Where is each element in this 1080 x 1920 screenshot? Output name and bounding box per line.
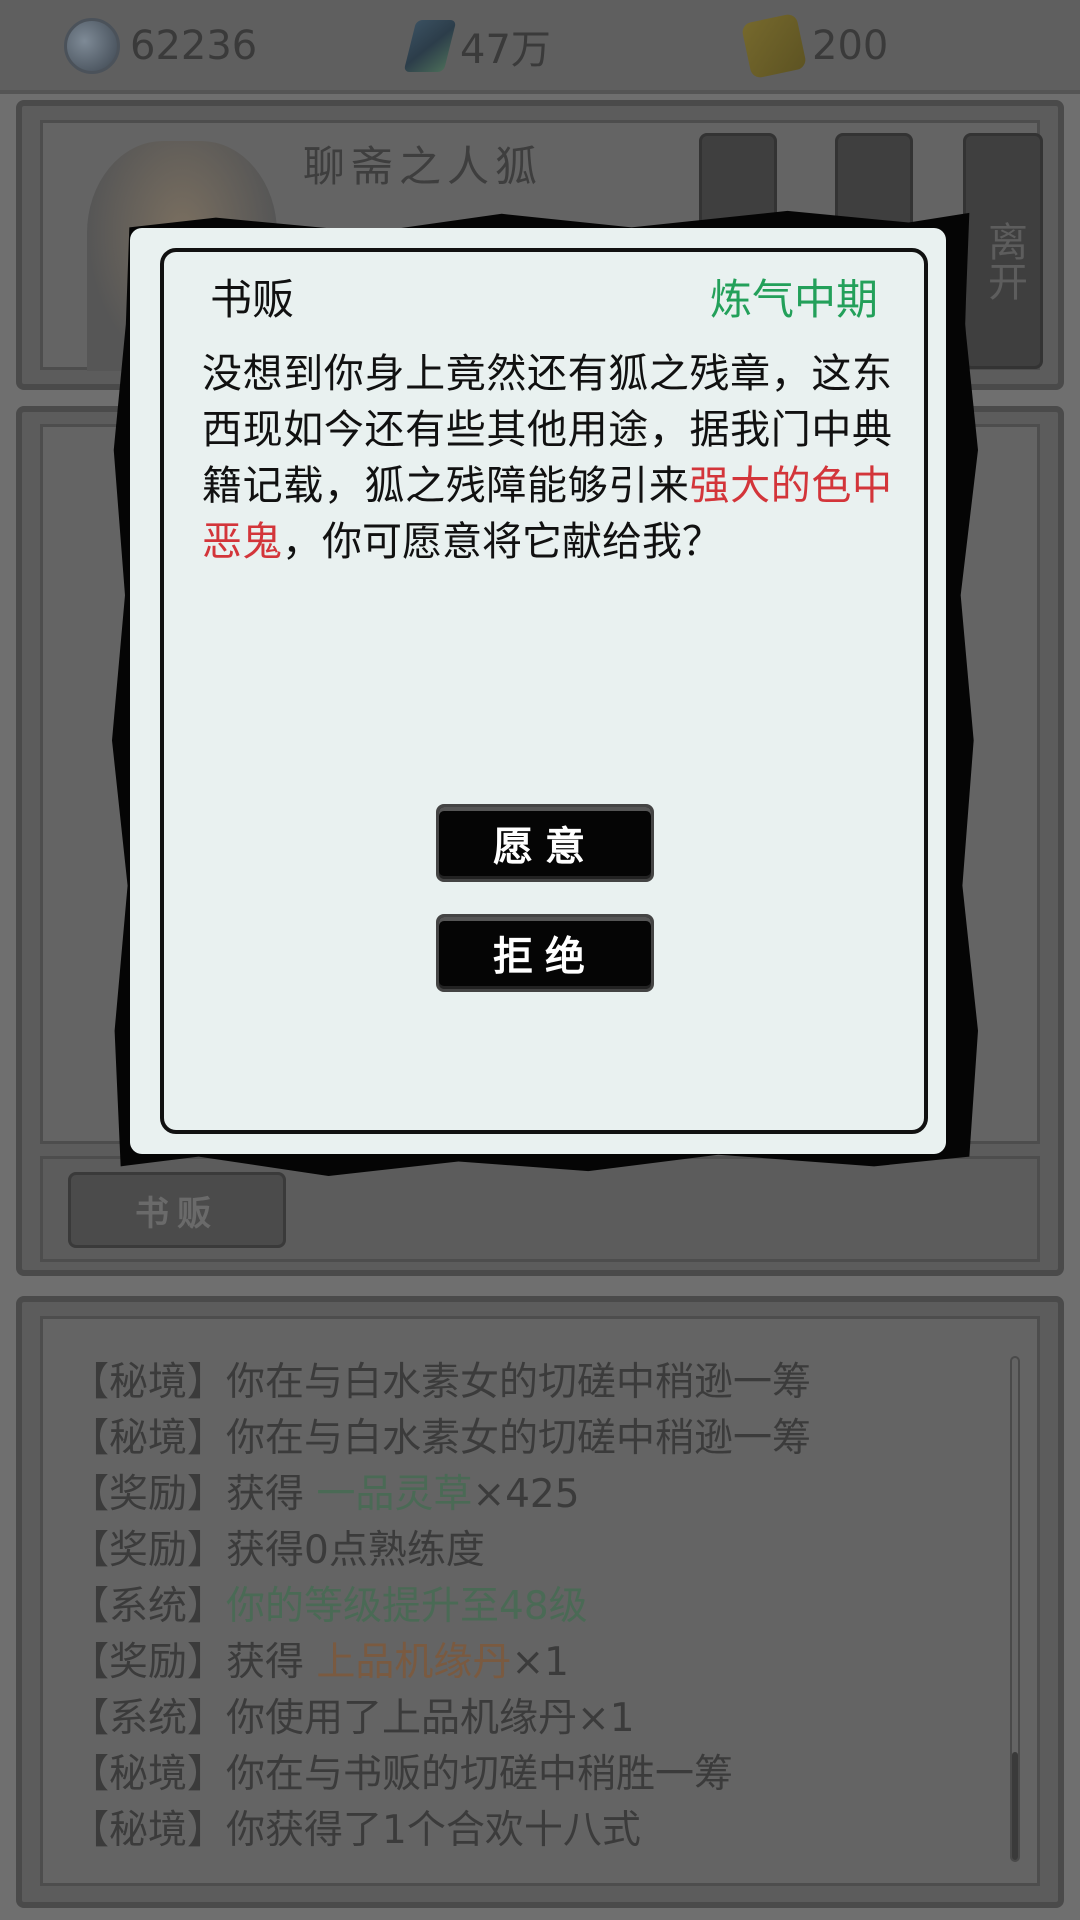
scroll-icon (740, 12, 808, 80)
resource-taiji: 62236 (64, 18, 257, 74)
resource-scroll: 200 (740, 12, 889, 80)
dialog-npc-realm: 炼气中期 (709, 275, 878, 324)
story-title: 聊斋之人狐 (303, 129, 543, 205)
resource-value: 200 (812, 23, 889, 69)
message-log: 【秘境】你在与白水素女的切磋中稍逊一筹 【秘境】你在与白水素女的切磋中稍逊一筹 … (70, 1355, 811, 1859)
reject-button[interactable]: 拒绝 (436, 914, 654, 992)
log-row: 【奖励】获得 一品灵草×425 (70, 1472, 580, 1517)
resource-spirit-stone: 47万 (403, 18, 551, 74)
npc-button[interactable]: 书贩 (68, 1172, 286, 1248)
dialog-npc-name: 书贩 (210, 275, 295, 324)
log-row: 【秘境】你在与书贩的切磋中稍胜一筹 (70, 1752, 734, 1797)
screen: 62236 47万 200 聊斋之人狐 离开 书贩 【秘境】你在与白水素女的切磋… (0, 0, 1080, 1920)
log-row: 【系统】你使用了上品机缘丹×1 (70, 1696, 635, 1741)
log-row: 【秘境】你在与白水素女的切磋中稍逊一筹 (70, 1360, 812, 1405)
resource-value: 47万 (460, 27, 551, 73)
leave-button[interactable]: 离开 (963, 133, 1043, 369)
log-row: 【系统】你的等级提升至48级 (70, 1584, 588, 1629)
resource-bar: 62236 47万 200 (0, 0, 1080, 94)
resource-value: 62236 (130, 23, 258, 69)
taiji-icon (64, 18, 120, 74)
log-row: 【奖励】获得0点熟练度 (70, 1528, 485, 1573)
log-row: 【秘境】你获得了1个合欢十八式 (70, 1808, 641, 1853)
story-title-line: 聊斋之人狐 (303, 142, 544, 191)
accept-button[interactable]: 愿意 (436, 804, 654, 882)
log-row: 【奖励】获得 上品机缘丹×1 (70, 1640, 569, 1685)
dialog-message: 没想到你身上竟然还有狐之残章，这东西现如今还有些其他用途，据我门中典籍记载，狐之… (202, 351, 892, 565)
log-row: 【秘境】你在与白水素女的切磋中稍逊一筹 (70, 1416, 812, 1461)
spirit-stone-icon (403, 20, 457, 72)
log-scrollbar-thumb[interactable] (1012, 1752, 1018, 1860)
